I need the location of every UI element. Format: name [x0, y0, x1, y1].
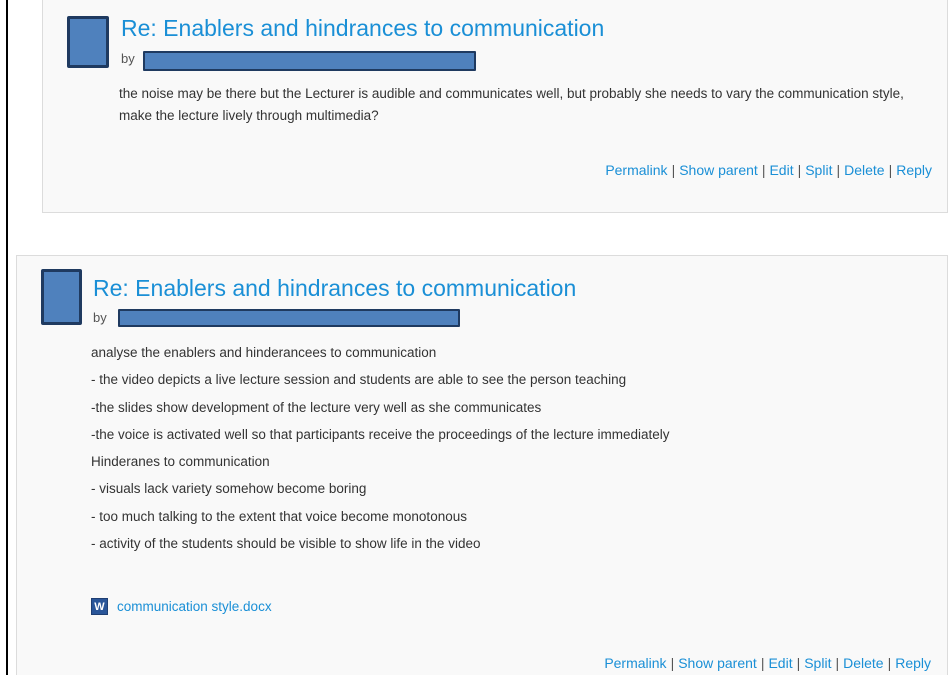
- edit-link[interactable]: Edit: [768, 655, 792, 671]
- by-label: by: [121, 51, 135, 66]
- forum-post: Re: Enablers and hindrances to communica…: [42, 0, 948, 213]
- frame-border: [6, 0, 8, 675]
- word-document-icon[interactable]: W: [91, 598, 108, 616]
- body-line: - too much talking to the extent that vo…: [91, 508, 467, 524]
- separator: |: [670, 655, 675, 671]
- separator: |: [671, 162, 676, 178]
- delete-link[interactable]: Delete: [843, 655, 883, 671]
- separator: |: [760, 655, 765, 671]
- redacted-author: [118, 309, 460, 327]
- show-parent-link[interactable]: Show parent: [678, 655, 757, 671]
- avatar[interactable]: [41, 269, 82, 325]
- body-line: - the video depicts a live lecture sessi…: [91, 372, 627, 388]
- attachment-link[interactable]: communication style.docx: [117, 599, 272, 614]
- separator: |: [761, 162, 766, 178]
- attachment: Wcommunication style.docx: [91, 598, 272, 616]
- separator: |: [797, 162, 802, 178]
- edit-link[interactable]: Edit: [769, 162, 793, 178]
- separator: |: [887, 655, 892, 671]
- post-subject[interactable]: Re: Enablers and hindrances to communica…: [93, 275, 576, 302]
- body-line: -the voice is activated well so that par…: [91, 426, 670, 442]
- reply-link[interactable]: Reply: [895, 655, 931, 671]
- post-body: the noise may be there but the Lecturer …: [119, 86, 904, 123]
- separator: |: [888, 162, 893, 178]
- delete-link[interactable]: Delete: [844, 162, 884, 178]
- post-commands: Permalink | Show parent | Edit | Split | Delete |…: [604, 655, 931, 671]
- body-line: analyse the enablers and hinderancees to…: [91, 345, 437, 360]
- split-link[interactable]: Split: [804, 655, 831, 671]
- post-subject[interactable]: Re: Enablers and hindrances to communica…: [121, 15, 604, 42]
- body-line: -the slides show development of the lect…: [91, 399, 542, 415]
- reply-link[interactable]: Reply: [896, 162, 932, 178]
- post-commands: Permalink | Show parent | Edit | Split | Delete |…: [605, 162, 932, 178]
- separator: |: [836, 162, 841, 178]
- forum-post: Re: Enablers and hindrances to communica…: [16, 255, 948, 675]
- post-body: analyse the enablers and hinderancees to…: [91, 339, 911, 557]
- post-byline: by: [121, 51, 135, 66]
- body-line: Hinderanes to communication: [91, 454, 270, 470]
- by-label: by: [93, 310, 107, 325]
- redacted-author: [143, 51, 476, 71]
- permalink-link[interactable]: Permalink: [604, 655, 666, 671]
- post-byline: by: [93, 310, 107, 325]
- body-line: - visuals lack variety somehow become bo…: [91, 481, 367, 497]
- separator: |: [835, 655, 840, 671]
- permalink-link[interactable]: Permalink: [605, 162, 667, 178]
- show-parent-link[interactable]: Show parent: [679, 162, 758, 178]
- avatar[interactable]: [67, 16, 109, 68]
- split-link[interactable]: Split: [805, 162, 832, 178]
- separator: |: [796, 655, 801, 671]
- body-line: - activity of the students should be vis…: [91, 536, 481, 552]
